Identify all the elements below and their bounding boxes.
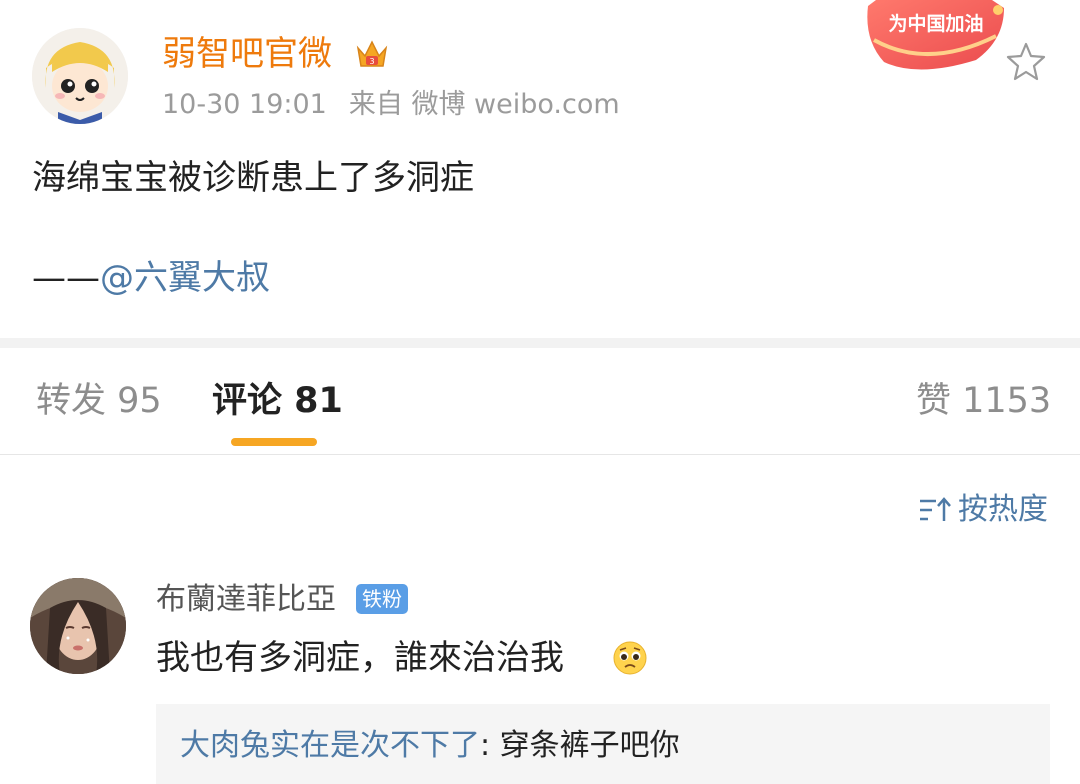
active-tab-indicator [231,438,317,446]
post-meta: 10-30 19:01 来自 微博 weibo.com [162,88,620,122]
comment-text: 我也有多洞症，誰來治治我 [156,638,564,678]
post-text: 海绵宝宝被诊断患上了多洞症 [32,158,474,198]
sort-label: 按热度 [958,492,1048,527]
reply-author-link[interactable]: 大肉兔实在是次不下了 [180,728,480,763]
author-name[interactable]: 弱智吧官微 [162,32,332,76]
fan-badge: 铁粉 [356,584,408,614]
post-source: 来自 微博 weibo.com [348,89,620,120]
commenter-avatar[interactable] [30,578,126,674]
tab-likes[interactable]: 赞 1153 [916,378,1051,424]
crown-icon: 3 [354,36,390,72]
credit-mention-link[interactable]: @六翼大叔 [100,258,270,298]
reply-line: 大肉兔实在是次不下了: 穿条裤子吧你 [180,726,680,766]
sort-icon [920,497,951,521]
post-credit: ——@六翼大叔 [32,256,270,300]
post-timestamp: 10-30 19:01 [162,89,327,120]
reply-separator: : [480,728,500,763]
cheer-badge: 为中国加油 [858,0,1012,74]
tab-reposts[interactable]: 转发 95 [36,378,162,424]
author-avatar[interactable] [32,28,128,124]
commenter-name[interactable]: 布蘭達菲比亞 [156,580,336,620]
section-divider [0,338,1080,348]
credit-prefix: —— [32,258,100,298]
tabs-divider [0,454,1080,455]
svg-text:3: 3 [369,57,374,66]
sort-by-hot-button[interactable]: 按热度 [918,490,1048,530]
tab-comments[interactable]: 评论 81 [212,378,343,424]
cheer-badge-text: 为中国加油 [888,12,983,35]
favorite-star-icon[interactable] [1004,40,1048,84]
pleading-face-icon [612,640,648,676]
reply-text: 穿条裤子吧你 [499,728,680,763]
